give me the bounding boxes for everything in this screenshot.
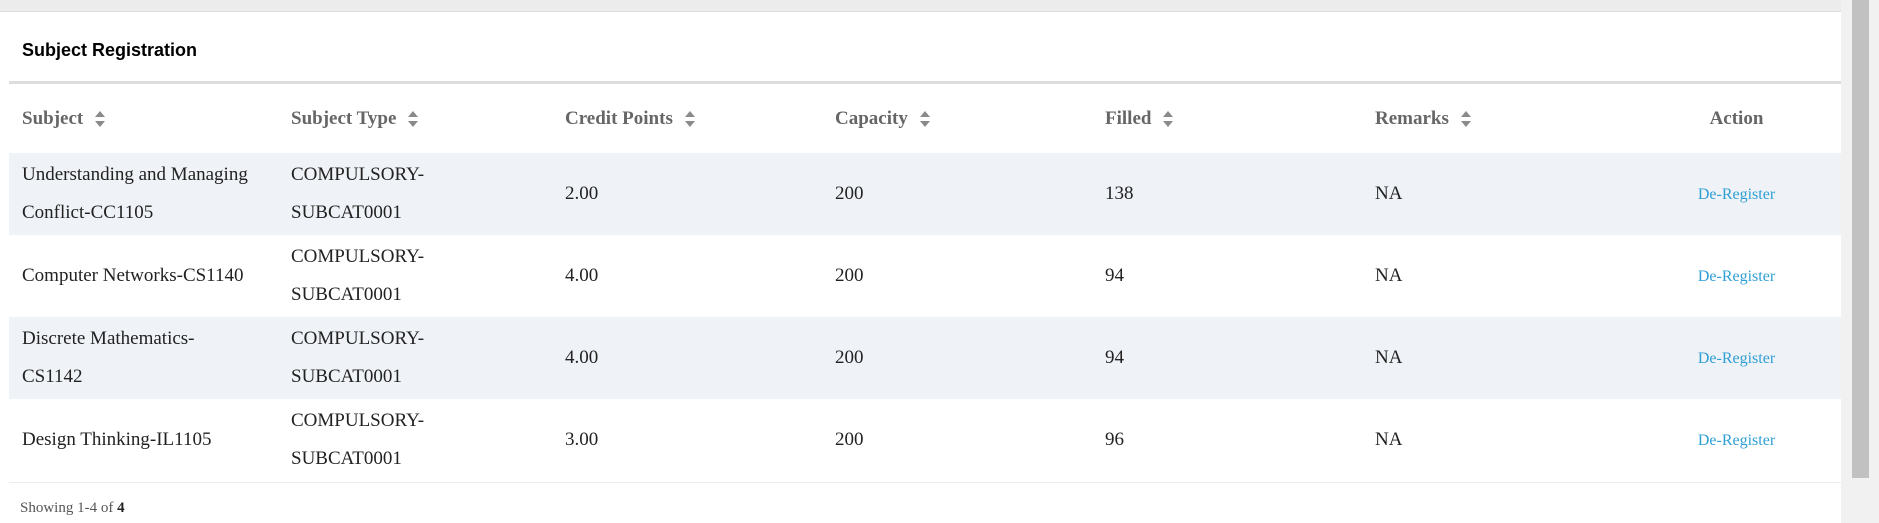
subject-type-line: SUBCAT0001 [291, 366, 402, 387]
scrollbar-thumb[interactable] [1852, 0, 1869, 478]
subject-type-line: COMPULSORY- [291, 410, 425, 431]
subject-line: CS1142 [22, 366, 83, 387]
cell-action: De-Register [1632, 399, 1841, 481]
sort-icon[interactable] [919, 111, 930, 128]
column-header-remarks[interactable]: Remarks [1362, 84, 1632, 153]
subject-type-line: SUBCAT0001 [291, 448, 402, 469]
column-header-action: Action [1632, 84, 1841, 153]
summary-total: 4 [117, 500, 125, 516]
cell-remarks: NA [1362, 317, 1632, 399]
table-row: Design Thinking-IL1105 COMPULSORY- SUBCA… [9, 399, 1841, 481]
column-header-label: Capacity [835, 107, 908, 129]
sort-icon[interactable] [1163, 111, 1174, 128]
subject-type-line: SUBCAT0001 [291, 202, 402, 223]
sort-icon[interactable] [95, 111, 106, 128]
column-header-credit-points[interactable]: Credit Points [552, 84, 822, 153]
subject-type-line: COMPULSORY- [291, 164, 425, 185]
column-header-label: Credit Points [565, 107, 673, 129]
cell-capacity: 200 [822, 153, 1092, 235]
subject-type-line: SUBCAT0001 [291, 284, 402, 305]
column-header-capacity[interactable]: Capacity [822, 84, 1092, 153]
cell-remarks: NA [1375, 429, 1403, 450]
cell-subject: Computer Networks-CS1140 [9, 235, 278, 317]
cell-action: De-Register [1632, 317, 1841, 399]
de-register-link[interactable]: De-Register [1698, 350, 1775, 367]
subject-line: Conflict-CC1105 [22, 202, 154, 223]
cell-subject-type: COMPULSORY- SUBCAT0001 [278, 399, 552, 481]
cell-subject-type: COMPULSORY- SUBCAT0001 [278, 153, 552, 235]
subject-type-line: COMPULSORY- [291, 328, 425, 349]
de-register-link[interactable]: De-Register [1698, 186, 1775, 203]
cell-filled: 138 [1092, 153, 1362, 235]
cell-subject-type: COMPULSORY- SUBCAT0001 [278, 317, 552, 399]
de-register-link[interactable]: De-Register [1698, 268, 1775, 285]
cell-credit-points: 3.00 [565, 429, 599, 450]
cell-capacity: 200 [822, 317, 1092, 399]
sort-icon[interactable] [1460, 111, 1471, 128]
cell-subject: Understanding and Managing Conflict-CC11… [9, 153, 278, 235]
cell-capacity: 200 [835, 429, 864, 450]
column-header-label: Subject Type [291, 107, 397, 129]
pagination-summary: Showing 1-4 of 4 [20, 500, 125, 517]
column-header-subject-type[interactable]: Subject Type [278, 84, 552, 153]
summary-prefix: Showing 1-4 of [20, 500, 114, 516]
column-header-label: Remarks [1375, 107, 1449, 129]
cell-filled: 94 [1105, 265, 1124, 286]
table-row: Understanding and Managing Conflict-CC11… [9, 153, 1841, 235]
cell-subject: Discrete Mathematics- CS1142 [9, 317, 278, 399]
subject-type-line: COMPULSORY- [291, 246, 425, 267]
subject-line: Computer Networks-CS1140 [22, 265, 244, 286]
table-bottom-divider [9, 482, 1841, 483]
cell-credit-points: 4.00 [552, 317, 822, 399]
cell-action: De-Register [1632, 235, 1841, 317]
subject-line: Understanding and Managing [22, 164, 248, 185]
panel-title: Subject Registration [22, 40, 198, 60]
cell-credit-points: 2.00 [552, 153, 822, 235]
subject-table: Subject Subject Type Credit Points Capac… [9, 84, 1841, 481]
subject-line: Design Thinking-IL1105 [22, 429, 212, 450]
cell-action: De-Register [1632, 153, 1841, 235]
subject-registration-panel: Subject Registration Subject Subject Typ… [9, 12, 1841, 523]
table-row: Computer Networks-CS1140 COMPULSORY- SUB… [9, 235, 1841, 317]
cell-remarks: NA [1375, 265, 1403, 286]
cell-subject: Design Thinking-IL1105 [9, 399, 278, 481]
cell-remarks: NA [1362, 153, 1632, 235]
cell-credit-points: 4.00 [565, 265, 599, 286]
cell-filled: 94 [1092, 317, 1362, 399]
subject-line: Discrete Mathematics- [22, 328, 195, 349]
column-header-label: Filled [1105, 107, 1152, 129]
column-header-label: Subject [22, 107, 84, 129]
cell-capacity: 200 [835, 265, 864, 286]
sort-icon[interactable] [408, 111, 419, 128]
table-header-row: Subject Subject Type Credit Points Capac… [9, 84, 1841, 153]
cell-filled: 96 [1105, 429, 1124, 450]
column-header-label: Action [1709, 107, 1764, 129]
column-header-subject[interactable]: Subject [9, 84, 278, 153]
top-strip [0, 0, 1841, 12]
de-register-link[interactable]: De-Register [1698, 432, 1775, 449]
table-row: Discrete Mathematics- CS1142 COMPULSORY-… [9, 317, 1841, 399]
sort-icon[interactable] [684, 111, 695, 128]
column-header-filled[interactable]: Filled [1092, 84, 1362, 153]
cell-subject-type: COMPULSORY- SUBCAT0001 [278, 235, 552, 317]
